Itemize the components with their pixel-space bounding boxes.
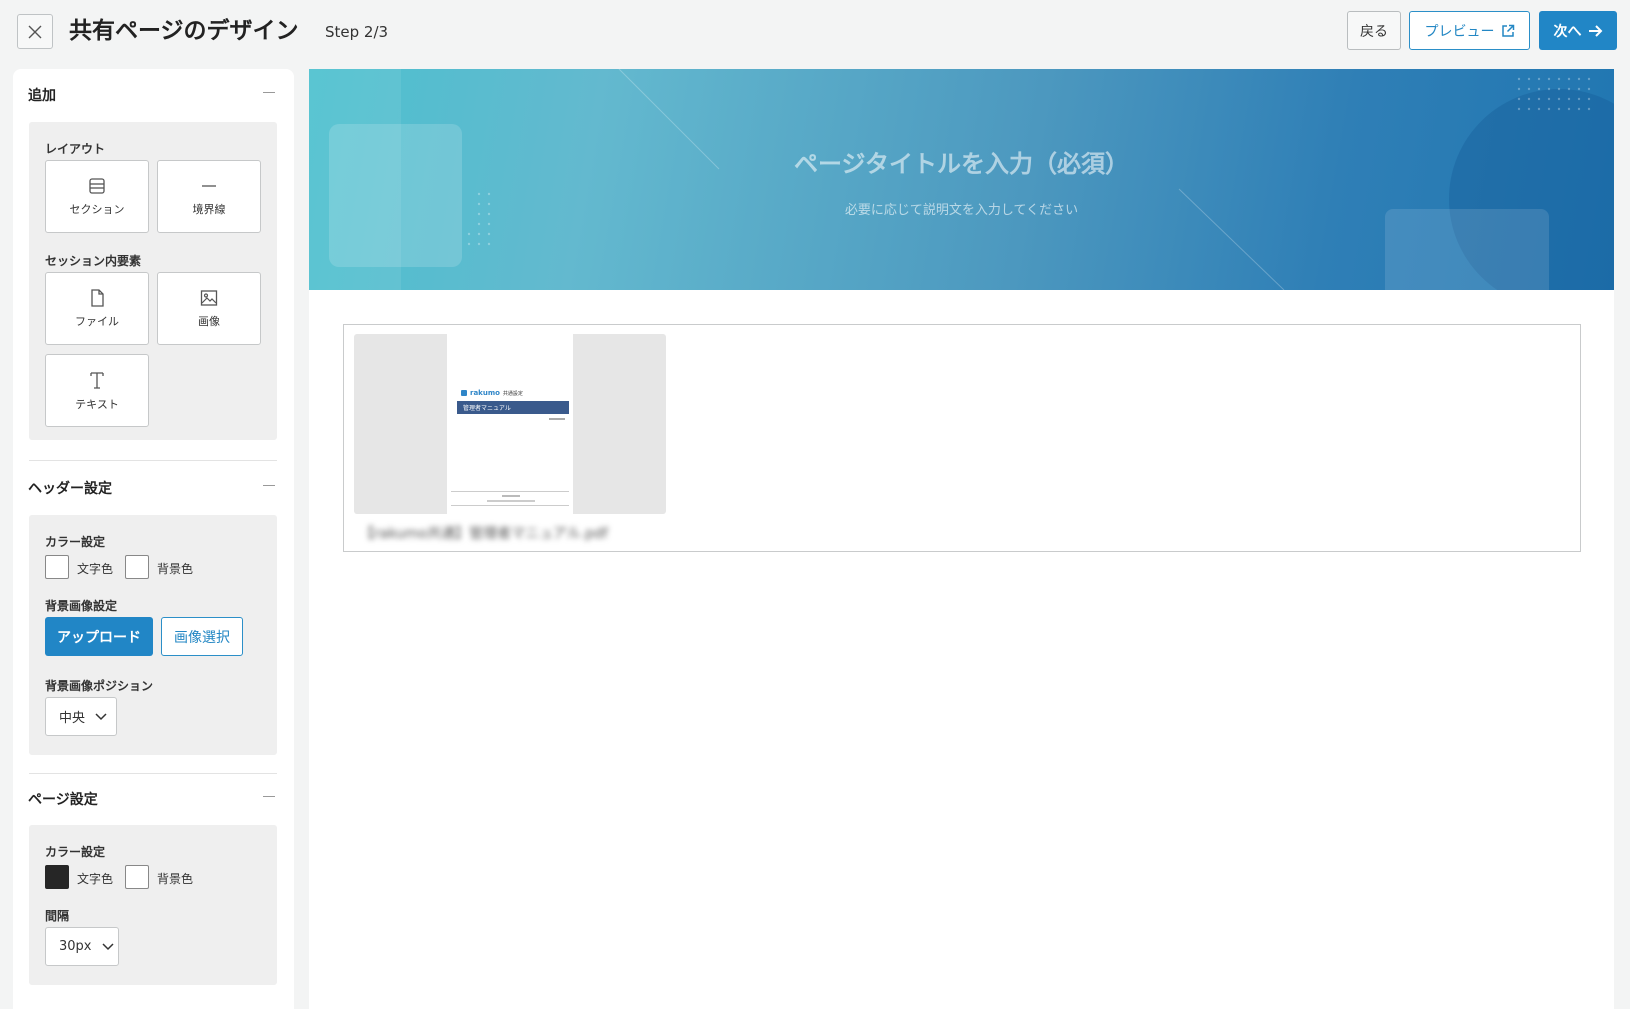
text-tile-label: テキスト bbox=[75, 397, 119, 411]
doc-heading-bar: 管理者マニュアル bbox=[457, 401, 569, 414]
add-panel: レイアウト セクション 境界線 セッション内要素 ファイル 画像 テキスト bbox=[29, 122, 277, 440]
header-banner[interactable]: ページタイトルを入力（必須） 必要に応じて説明文を入力してください bbox=[309, 69, 1614, 290]
image-tile-label: 画像 bbox=[198, 314, 220, 328]
section-tile[interactable]: セクション bbox=[45, 160, 149, 233]
preview-button[interactable]: プレビュー bbox=[1409, 11, 1530, 50]
page-bg-color-label: 背景色 bbox=[157, 872, 194, 886]
doc-heading: 管理者マニュアル bbox=[463, 405, 511, 412]
layout-label: レイアウト bbox=[45, 142, 106, 156]
doc-brand-sub: 共通設定 bbox=[502, 390, 523, 397]
top-bar: 共有ページのデザイン Step 2/3 戻る プレビュー 次へ bbox=[0, 0, 1630, 64]
session-elements-label: セッション内要素 bbox=[45, 254, 142, 268]
file-icon bbox=[91, 288, 104, 307]
file-thumbnail[interactable]: rakumo 共通設定 管理者マニュアル bbox=[354, 334, 666, 514]
doc-version-line bbox=[549, 418, 565, 420]
collapse-icon[interactable] bbox=[263, 92, 275, 93]
header-text-color-label: 文字色 bbox=[77, 562, 114, 576]
back-button[interactable]: 戻る bbox=[1347, 11, 1401, 50]
file-name[interactable]: 【rakumo共通】管理者マニュアル.pdf bbox=[360, 523, 608, 543]
close-icon bbox=[28, 25, 42, 38]
page-title: 共有ページのデザイン bbox=[69, 18, 299, 44]
text-tile[interactable]: テキスト bbox=[45, 354, 149, 427]
settings-sidebar: 追加 レイアウト セクション 境界線 セッション内要素 ファイル 画像 テキスト… bbox=[13, 69, 294, 1009]
doc-footer-rule bbox=[451, 505, 569, 506]
banner-decoration bbox=[309, 69, 1614, 290]
bg-position-value: 中央 bbox=[59, 711, 86, 726]
divider-tile[interactable]: 境界線 bbox=[157, 160, 261, 233]
brand-logo-icon bbox=[461, 390, 467, 396]
page-settings-panel: カラー設定 文字色 背景色 間隔 30px bbox=[29, 825, 277, 985]
page-text-color-label: 文字色 bbox=[77, 872, 114, 886]
file-section[interactable]: rakumo 共通設定 管理者マニュアル 【rakumo共通】管理者マニュアル.… bbox=[343, 324, 1581, 552]
header-settings-title: ヘッダー設定 bbox=[28, 481, 112, 497]
add-section-header[interactable]: 追加 bbox=[28, 85, 275, 109]
page-bg-color-swatch[interactable] bbox=[125, 865, 149, 889]
page-canvas: ページタイトルを入力（必須） 必要に応じて説明文を入力してください rakumo… bbox=[309, 69, 1614, 1009]
section-icon bbox=[89, 177, 105, 194]
select-image-button[interactable]: 画像選択 bbox=[161, 617, 243, 656]
spacing-select[interactable]: 30px bbox=[45, 927, 119, 966]
page-settings-title: ページ設定 bbox=[28, 792, 98, 808]
spacing-value: 30px bbox=[59, 939, 92, 954]
bg-position-select[interactable]: 中央 bbox=[45, 697, 117, 736]
external-link-icon bbox=[1501, 24, 1514, 37]
image-icon bbox=[200, 289, 218, 306]
image-tile[interactable]: 画像 bbox=[157, 272, 261, 345]
page-settings-header[interactable]: ページ設定 bbox=[28, 789, 275, 813]
document-page-preview: rakumo 共通設定 管理者マニュアル bbox=[447, 334, 573, 514]
hero-subtitle-placeholder[interactable]: 必要に応じて説明文を入力してください bbox=[309, 199, 1614, 218]
doc-footer-line bbox=[502, 495, 520, 497]
collapse-icon[interactable] bbox=[263, 796, 275, 797]
text-icon bbox=[90, 371, 104, 389]
next-button-label: 次へ bbox=[1553, 23, 1582, 40]
page-text-color-swatch[interactable] bbox=[45, 865, 69, 889]
upload-button[interactable]: アップロード bbox=[45, 617, 153, 656]
divider-tile-label: 境界線 bbox=[192, 202, 226, 216]
preview-button-label: プレビュー bbox=[1424, 23, 1495, 40]
chevron-down-icon bbox=[101, 942, 114, 950]
spacing-label: 間隔 bbox=[45, 909, 70, 923]
doc-brand: rakumo 共通設定 bbox=[461, 389, 523, 397]
divider-icon bbox=[202, 184, 216, 187]
doc-brand-name: rakumo bbox=[470, 389, 500, 397]
header-settings-header[interactable]: ヘッダー設定 bbox=[28, 478, 275, 502]
step-indicator: Step 2/3 bbox=[325, 23, 389, 41]
select-image-button-label: 画像選択 bbox=[174, 629, 230, 646]
header-color-label: カラー設定 bbox=[45, 535, 106, 549]
close-button[interactable] bbox=[17, 14, 53, 49]
back-button-label: 戻る bbox=[1360, 23, 1388, 40]
file-tile-label: ファイル bbox=[75, 314, 119, 328]
doc-footer-rule bbox=[451, 491, 569, 492]
next-button[interactable]: 次へ bbox=[1539, 11, 1617, 50]
page-color-label: カラー設定 bbox=[45, 845, 106, 859]
chevron-down-icon bbox=[95, 712, 107, 720]
header-text-color-swatch[interactable] bbox=[45, 555, 69, 579]
add-section-title: 追加 bbox=[28, 88, 56, 104]
bg-image-label: 背景画像設定 bbox=[45, 599, 118, 613]
upload-button-label: アップロード bbox=[57, 629, 141, 646]
section-tile-label: セクション bbox=[69, 202, 125, 216]
bg-position-label: 背景画像ポジション bbox=[45, 679, 154, 693]
header-bg-color-label: 背景色 bbox=[157, 562, 194, 576]
hero-title-placeholder[interactable]: ページタイトルを入力（必須） bbox=[309, 144, 1614, 179]
collapse-icon[interactable] bbox=[263, 485, 275, 486]
file-tile[interactable]: ファイル bbox=[45, 272, 149, 345]
sidebar-divider bbox=[29, 773, 277, 774]
header-bg-color-swatch[interactable] bbox=[125, 555, 149, 579]
header-settings-panel: カラー設定 文字色 背景色 背景画像設定 アップロード 画像選択 背景画像ポジシ… bbox=[29, 515, 277, 755]
doc-footer-line bbox=[487, 500, 535, 502]
sidebar-divider bbox=[29, 460, 277, 461]
arrow-right-icon bbox=[1588, 24, 1602, 37]
